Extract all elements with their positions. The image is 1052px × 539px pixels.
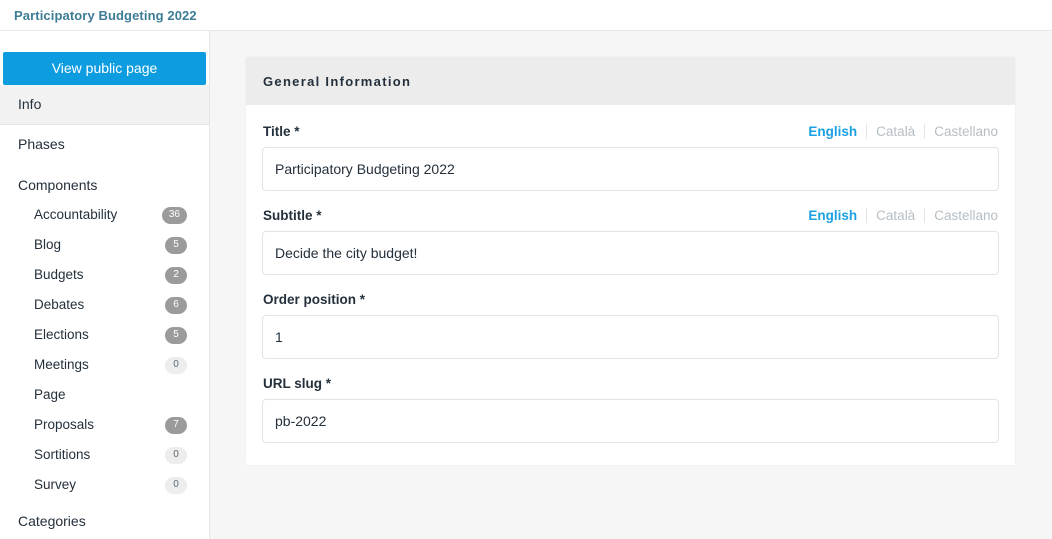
count-badge: 5: [165, 236, 187, 254]
sidebar-item-label: Budgets: [34, 267, 84, 282]
view-public-page-button[interactable]: View public page: [3, 52, 206, 85]
sidebar-item-label: Proposals: [34, 417, 95, 432]
sidebar-section-categories: Categories: [18, 513, 86, 529]
page-title: Participatory Budgeting 2022: [14, 7, 197, 23]
card-title: General Information: [246, 57, 1015, 105]
sidebar-item-blog[interactable]: Blog 5: [0, 230, 209, 260]
count-badge: 36: [161, 206, 187, 224]
sidebar-item-meetings[interactable]: Meetings 0: [0, 350, 209, 380]
sidebar-item-debates[interactable]: Debates 6: [0, 290, 209, 320]
sidebar-item-elections[interactable]: Elections 5: [0, 320, 209, 350]
top-header-bar: Participatory Budgeting 2022: [0, 0, 1052, 31]
count-badge: 5: [165, 326, 187, 344]
general-information-card: General Information Title * English Cata…: [246, 57, 1015, 465]
sidebar-item-label: Accountability: [34, 207, 118, 222]
field-label: Title *: [263, 124, 300, 139]
lang-tab-castellano[interactable]: Castellano: [925, 124, 998, 139]
field-label: Subtitle *: [263, 208, 322, 223]
sidebar-item-label: Survey: [34, 477, 77, 492]
sidebar-item-phases[interactable]: Phases: [0, 125, 209, 164]
sidebar-item-survey[interactable]: Survey 0: [0, 470, 209, 500]
field-url-slug: URL slug *: [262, 375, 999, 443]
sidebar-section-components: Components: [18, 177, 98, 193]
required-marker: *: [359, 292, 366, 307]
sidebar-item-proposals[interactable]: Proposals 7: [0, 410, 209, 440]
lang-tab-english[interactable]: English: [799, 208, 868, 223]
sidebar-item-label: Meetings: [34, 357, 89, 372]
field-header: URL slug *: [262, 375, 999, 392]
required-marker: *: [316, 208, 322, 223]
url-slug-input[interactable]: [262, 399, 999, 443]
sidebar-item-label: Elections: [34, 327, 89, 342]
title-input[interactable]: [262, 147, 999, 191]
count-badge: 0: [165, 476, 187, 494]
field-header: Subtitle * English Català Castellano: [262, 207, 999, 224]
sidebar-item-page[interactable]: Page: [0, 380, 209, 410]
sidebar-item-label: Blog: [34, 237, 62, 252]
count-badge: 7: [165, 416, 187, 434]
sidebar-item-label: Page: [34, 387, 66, 402]
lang-tab-catala[interactable]: Català: [867, 124, 926, 139]
field-header: Title * English Català Castellano: [262, 123, 999, 140]
field-label: Order position *: [263, 292, 366, 307]
sidebar-item-label: Sortitions: [34, 447, 91, 462]
lang-tab-catala[interactable]: Català: [867, 208, 926, 223]
count-badge: 0: [165, 446, 187, 464]
sidebar: View public page Info Phases Components …: [0, 31, 210, 539]
sidebar-item-sortitions[interactable]: Sortitions 0: [0, 440, 209, 470]
sidebar-item-accountability[interactable]: Accountability 36: [0, 200, 209, 230]
main-content: General Information Title * English Cata…: [210, 31, 1052, 539]
page-body: View public page Info Phases Components …: [0, 31, 1052, 539]
lang-tab-castellano[interactable]: Castellano: [925, 208, 998, 223]
language-tabs: English Català Castellano: [799, 124, 998, 139]
count-badge: 6: [165, 296, 187, 314]
field-order-position: Order position *: [262, 291, 999, 359]
language-tabs: English Català Castellano: [799, 208, 998, 223]
sidebar-item-info[interactable]: Info: [0, 85, 209, 125]
lang-tab-english[interactable]: English: [799, 124, 868, 139]
required-marker: *: [294, 124, 300, 139]
count-badge: 0: [165, 356, 187, 374]
count-badge: 2: [165, 266, 187, 284]
field-header: Order position *: [262, 291, 999, 308]
order-position-input[interactable]: [262, 315, 999, 359]
field-subtitle: Subtitle * English Català Castellano: [262, 207, 999, 275]
field-title: Title * English Català Castellano: [262, 123, 999, 191]
card-body: Title * English Català Castellano Subtit…: [246, 105, 1015, 465]
sidebar-item-label: Debates: [34, 297, 85, 312]
subtitle-input[interactable]: [262, 231, 999, 275]
sidebar-item-budgets[interactable]: Budgets 2: [0, 260, 209, 290]
sidebar-top-nav: Info Phases: [0, 85, 209, 164]
required-marker: *: [325, 376, 332, 391]
field-label: URL slug *: [263, 376, 332, 391]
